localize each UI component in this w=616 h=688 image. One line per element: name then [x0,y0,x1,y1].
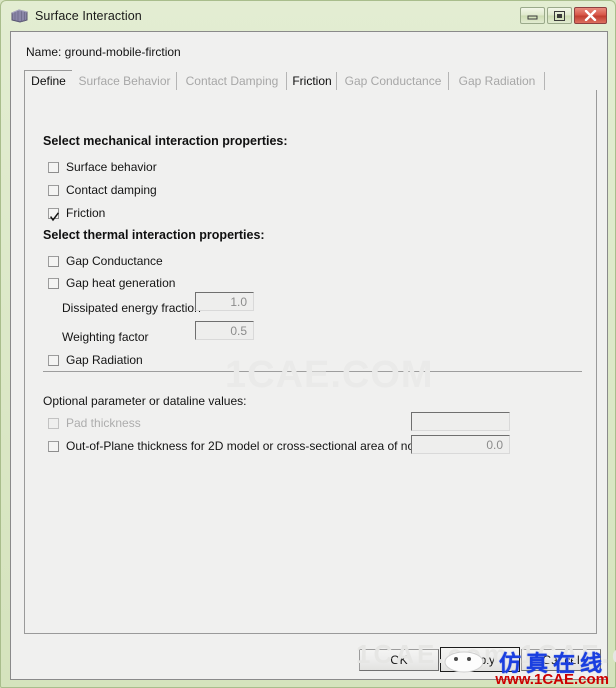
checkbox-label: Gap Conductance [66,254,163,268]
checkbox-label: Friction [66,206,106,220]
input-out-of-plane-thickness[interactable]: 0.0 [411,435,510,454]
checkbox-surface-behavior[interactable]: Surface behavior [48,160,157,174]
tab-define[interactable]: Define [24,70,73,91]
checkmark-icon [49,209,59,221]
surface-icon [11,8,28,23]
tab-label: Gap Conductance [344,74,442,88]
checkbox-label: Gap Radiation [66,353,143,367]
tab-label: Gap Radiation [458,74,536,88]
title-bar[interactable]: Surface Interaction [4,3,614,28]
tab-surface-behavior[interactable]: Surface Behavior [72,70,177,91]
checkbox-label: Surface behavior [66,160,157,174]
checkbox-friction[interactable]: Friction [48,206,106,221]
input-dissipated-energy-fraction[interactable]: 1.0 [195,292,254,311]
checkbox-box [48,255,59,267]
checkbox-pad-thickness[interactable]: Pad thickness [48,416,141,430]
checkbox-box [48,354,59,366]
checkbox-box [48,161,59,173]
define-tab-panel: Select mechanical interaction properties… [24,90,597,634]
tab-label: Define [31,74,66,88]
minimize-icon[interactable] [520,7,545,24]
checkbox-gap-conductance[interactable]: Gap Conductance [48,254,163,268]
window-controls [518,7,607,24]
tab-gap-radiation[interactable]: Gap Radiation [449,70,545,91]
checkbox-gap-heat-generation[interactable]: Gap heat generation [48,276,175,290]
optional-parameters-heading: Optional parameter or dataline values: [43,394,247,408]
checkbox-box [48,417,59,429]
tab-friction[interactable]: Friction [287,70,337,91]
watermark-url: www.1CAE.com [495,671,609,688]
checkbox-gap-radiation[interactable]: Gap Radiation [48,353,143,367]
tab-contact-damping[interactable]: Contact Damping [177,70,287,91]
input-pad-thickness[interactable] [411,412,510,431]
checkbox-label: Pad thickness [66,416,141,430]
checkbox-box [48,184,59,196]
label-weighting-factor: Weighting factor [62,330,149,344]
watermark-face-icon [444,651,488,673]
label-dissipated-energy-fraction: Dissipated energy fraction [62,301,201,315]
window-title: Surface Interaction [35,8,142,23]
checkbox-out-of-plane-thickness[interactable]: Out-of-Plane thickness for 2D model or c… [48,439,434,453]
thermal-properties-heading: Select thermal interaction properties: [43,228,265,242]
interaction-name-row: Name: ground-mobile-firction [26,45,181,59]
tab-label: Contact Damping [185,74,279,88]
checkbox-label: Contact damping [66,183,157,197]
tab-label: Surface Behavior [78,74,171,88]
checkbox-box [48,440,59,452]
checkbox-label: Gap heat generation [66,276,176,290]
tab-gap-conductance[interactable]: Gap Conductance [337,70,449,91]
mechanical-properties-heading: Select mechanical interaction properties… [43,134,288,148]
checkbox-box [48,277,59,289]
checkbox-box [48,207,59,221]
tab-panel-notch [25,90,59,91]
watermark-center: 1CAE.COM [225,354,434,396]
tab-strip: Define Surface Behavior Contact Damping … [24,69,599,91]
close-icon[interactable] [574,7,607,24]
checkbox-label: Out-of-Plane thickness for 2D model or c… [66,439,434,453]
tab-label: Friction [292,74,332,88]
checkbox-contact-damping[interactable]: Contact damping [48,183,157,197]
dialog-window: Surface Interaction Name: ground-mobile-… [0,0,616,688]
tab-divider [544,72,545,90]
restore-icon[interactable] [547,7,572,24]
input-weighting-factor[interactable]: 0.5 [195,321,254,340]
dialog-client-area: Name: ground-mobile-firction Define Surf… [10,31,608,680]
